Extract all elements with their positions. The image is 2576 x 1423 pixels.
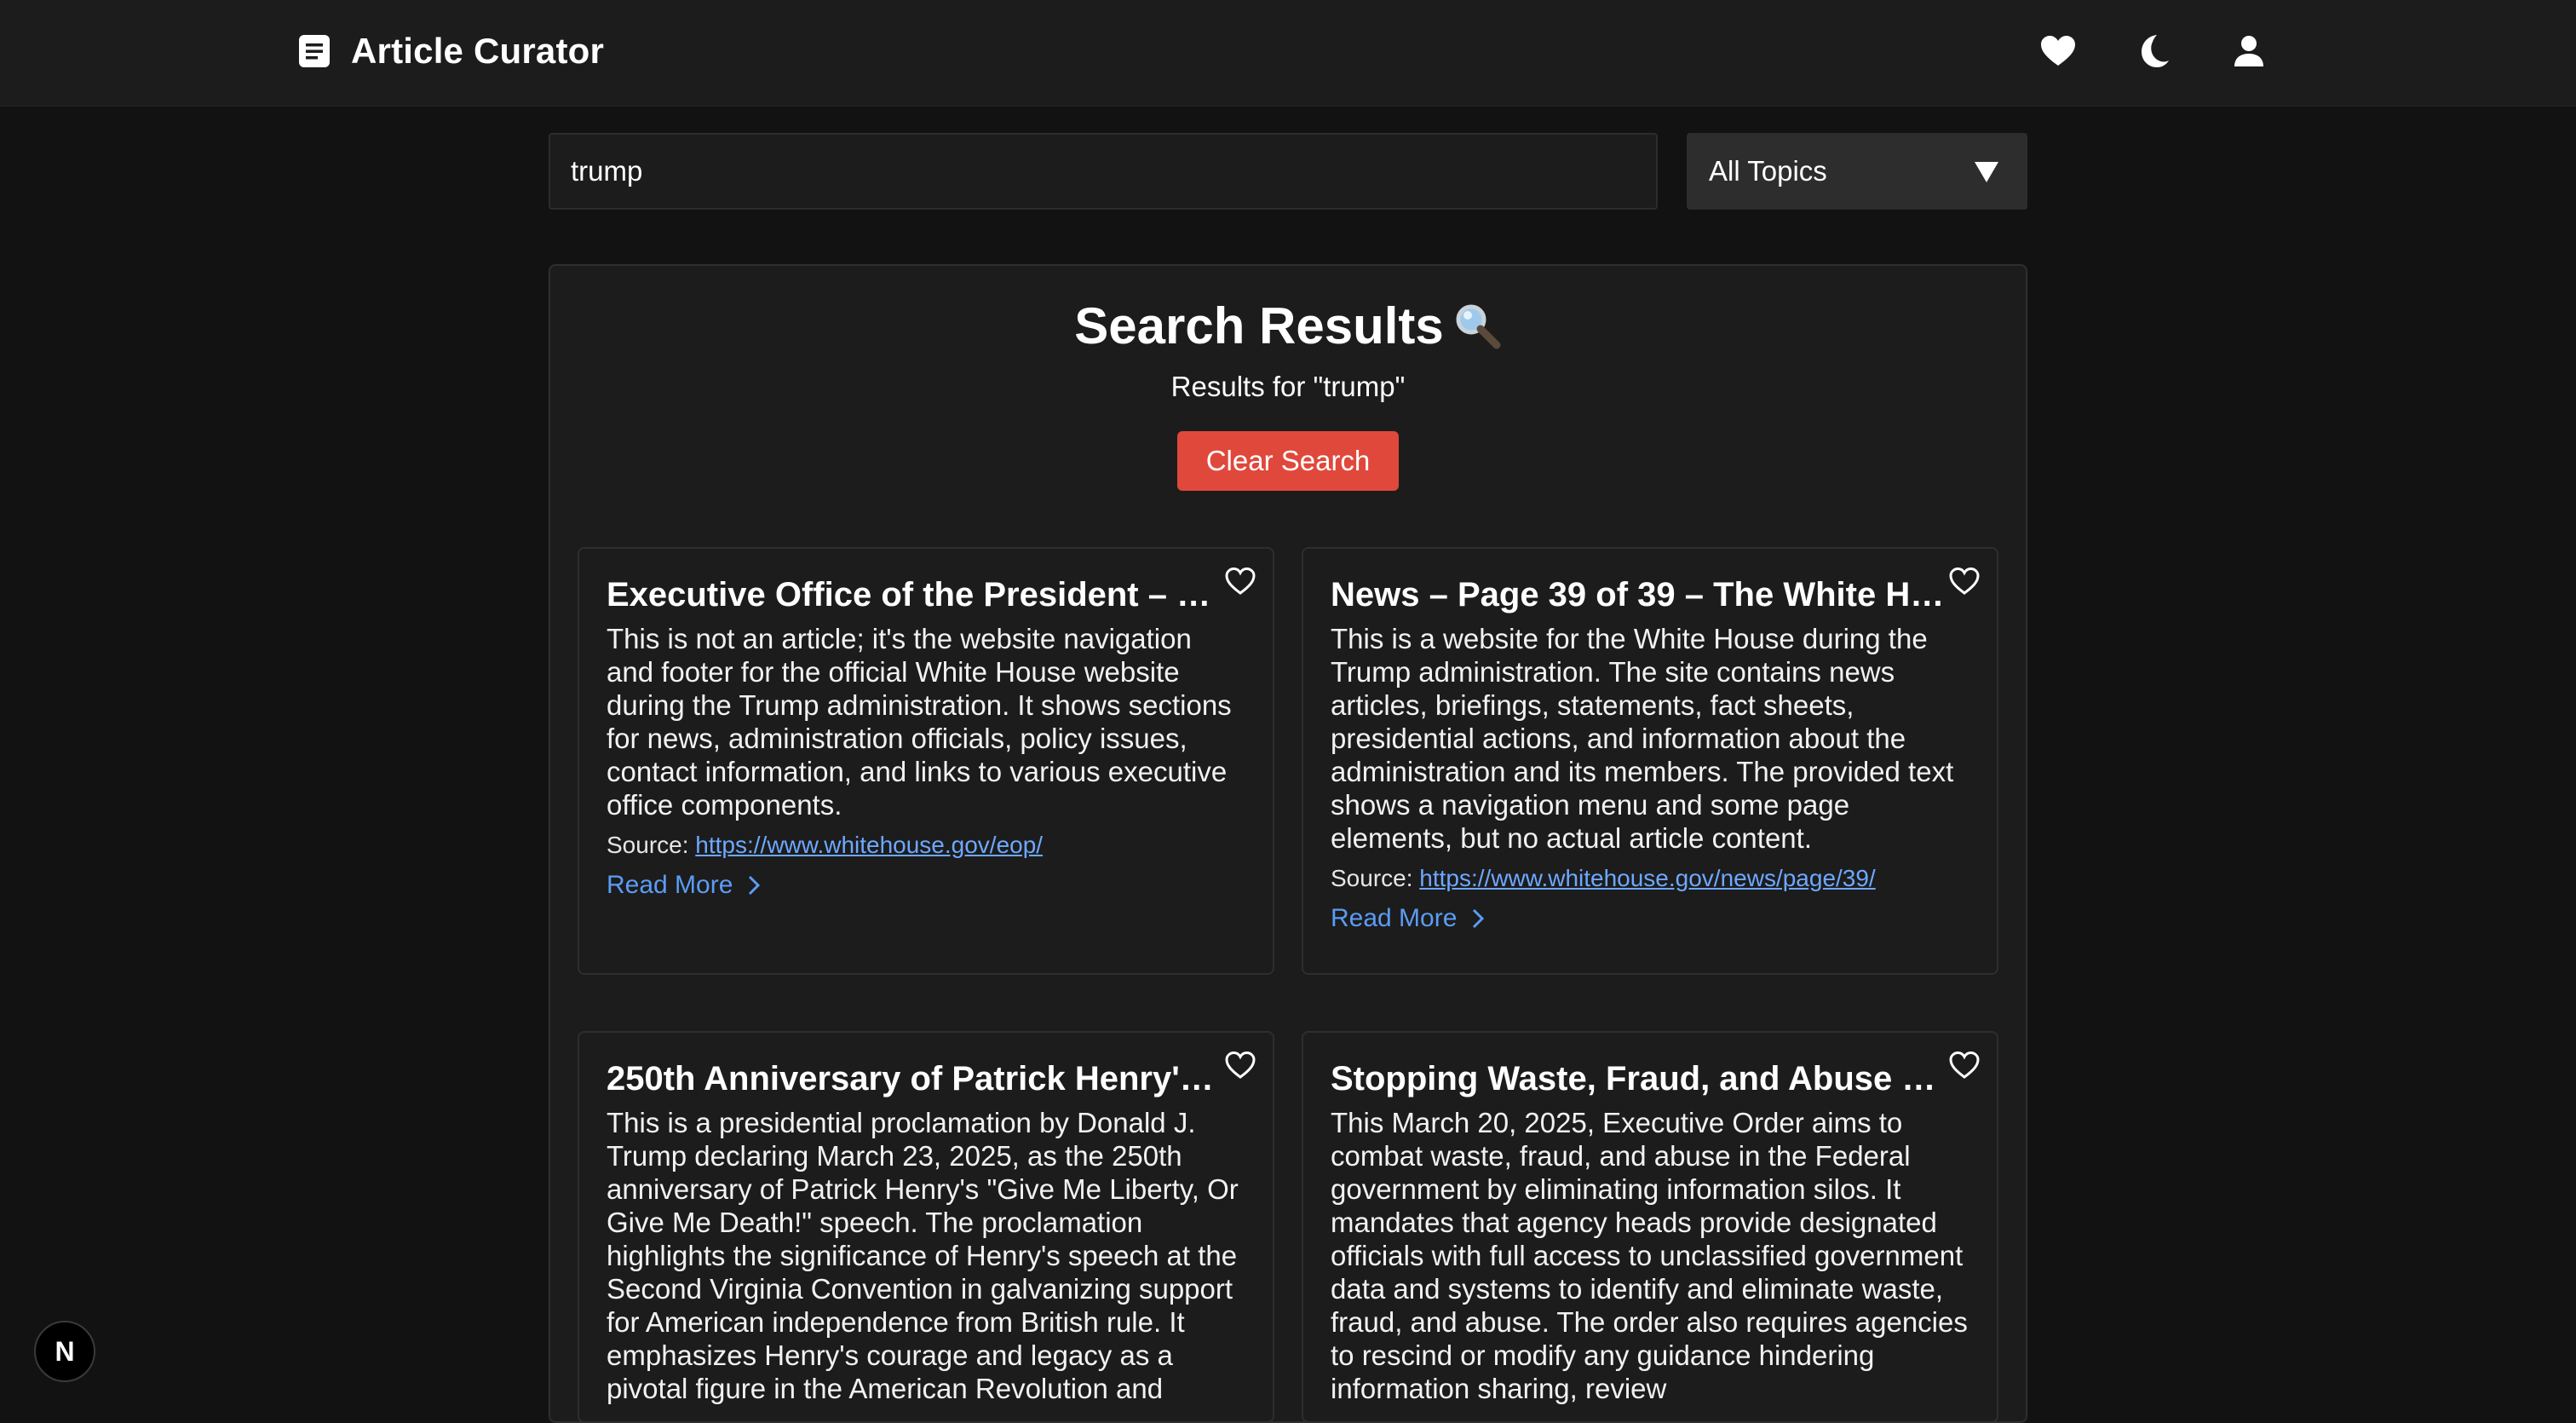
magnifier-icon — [1452, 301, 1502, 350]
source-label: Source: — [607, 832, 689, 858]
dev-tools-badge[interactable]: N — [34, 1321, 95, 1382]
read-more-label: Read More — [1331, 904, 1458, 932]
read-more-link[interactable]: Read More — [1331, 904, 1489, 933]
results-title: Search Results — [1074, 297, 1444, 354]
source-link[interactable]: https://www.whitehouse.gov/news/page/39/ — [1419, 865, 1875, 891]
source-label: Source: — [1331, 865, 1413, 891]
article-card: Stopping Waste, Fraud, and Abuse by Elim… — [1302, 1031, 1998, 1423]
article-description: This is a presidential proclamation by D… — [607, 1107, 1239, 1404]
chevron-right-icon — [1473, 908, 1485, 929]
read-more-link[interactable]: Read More — [607, 871, 765, 900]
document-icon — [296, 33, 332, 69]
brand[interactable]: Article Curator — [296, 31, 604, 72]
results-query-text: Results for "trump" — [1170, 371, 1406, 402]
topic-filter-select[interactable]: All Topics — [1687, 133, 2027, 210]
article-source: Source: https://www.whitehouse.gov/news/… — [1331, 863, 1969, 894]
user-profile-icon[interactable] — [2228, 31, 2269, 72]
article-description: This is a website for the White House du… — [1331, 623, 1954, 854]
read-more-label: Read More — [607, 871, 733, 899]
favorite-heart-outline-icon[interactable] — [1947, 564, 1981, 598]
article-card: News – Page 39 of 39 – The White House T… — [1302, 547, 1998, 975]
clear-search-button[interactable]: Clear Search — [1177, 431, 1399, 491]
article-card: Executive Office of the President – The … — [578, 547, 1274, 975]
chevron-down-icon — [1973, 160, 2000, 184]
search-results-panel: Search Results Results for "trump" Clear… — [549, 264, 2027, 1423]
favorite-heart-outline-icon[interactable] — [1947, 1048, 1981, 1082]
app-title: Article Curator — [351, 31, 605, 71]
article-description: This March 20, 2025, Executive Order aim… — [1331, 1107, 1968, 1404]
article-title[interactable]: 250th Anniversary of Patrick Henry's "Gi… — [607, 1057, 1245, 1101]
favorite-heart-outline-icon[interactable] — [1223, 564, 1257, 598]
top-nav-bar: Article Curator — [0, 0, 2576, 107]
source-link[interactable]: https://www.whitehouse.gov/eop/ — [695, 832, 1043, 858]
favorites-heart-icon[interactable] — [2038, 31, 2079, 72]
dark-mode-moon-icon[interactable] — [2133, 31, 2174, 72]
article-source: Source: https://www.whitehouse.gov/eop/ — [607, 830, 1245, 861]
article-description: This is not an article; it's the website… — [607, 623, 1232, 821]
chevron-right-icon — [749, 875, 761, 896]
article-card: 250th Anniversary of Patrick Henry's "Gi… — [578, 1031, 1274, 1423]
article-title[interactable]: Executive Office of the President – The … — [607, 573, 1245, 617]
favorite-heart-outline-icon[interactable] — [1223, 1048, 1257, 1082]
topic-selected-value: All Topics — [1709, 155, 1827, 187]
results-heading: Search Results — [550, 297, 2026, 356]
search-input[interactable] — [549, 133, 1658, 210]
article-title[interactable]: News – Page 39 of 39 – The White House — [1331, 573, 1969, 617]
article-title[interactable]: Stopping Waste, Fraud, and Abuse by Elim… — [1331, 1057, 1969, 1101]
